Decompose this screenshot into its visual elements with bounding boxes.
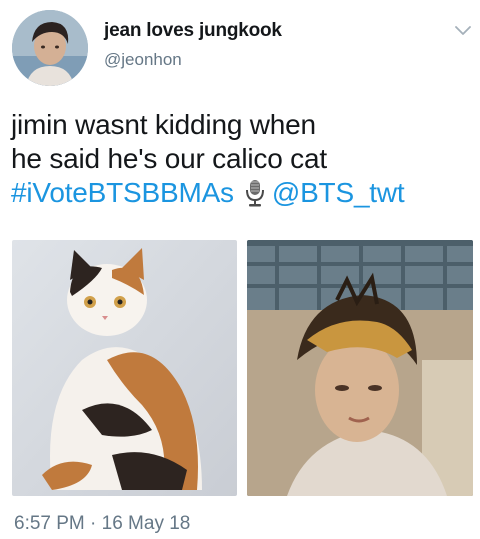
person-photo-icon [247, 240, 473, 496]
avatar-photo-icon [12, 10, 88, 86]
microphone-icon [245, 180, 264, 207]
avatar[interactable] [12, 10, 88, 86]
mention-link[interactable]: @BTS_twt [272, 177, 405, 208]
author-display-name[interactable]: jean loves jungkook [104, 20, 282, 42]
author-handle[interactable]: @jeonhon [104, 50, 182, 70]
tweet-timestamp[interactable]: 6:57 PM · 16 May 18 [14, 513, 190, 535]
tweet-header: jean loves jungkook @jeonhon [0, 0, 480, 90]
tweet-text-line-1: jimin wasnt kidding when [11, 109, 316, 140]
calico-cat-photo-icon [12, 240, 237, 496]
tweet-image-calico-cat[interactable] [12, 240, 237, 496]
tweet-text-line-2: he said he's our calico cat [11, 143, 327, 174]
tweet-menu-button[interactable] [452, 20, 474, 42]
chevron-down-icon [455, 26, 471, 35]
tweet-text-line-3: #iVoteBTSBBMAs @BTS_twt [11, 176, 471, 210]
tweet-text: jimin wasnt kidding when he said he's ou… [11, 108, 471, 210]
tweet-image-person[interactable] [247, 240, 473, 496]
hashtag-link[interactable]: #iVoteBTSBBMAs [11, 177, 234, 208]
